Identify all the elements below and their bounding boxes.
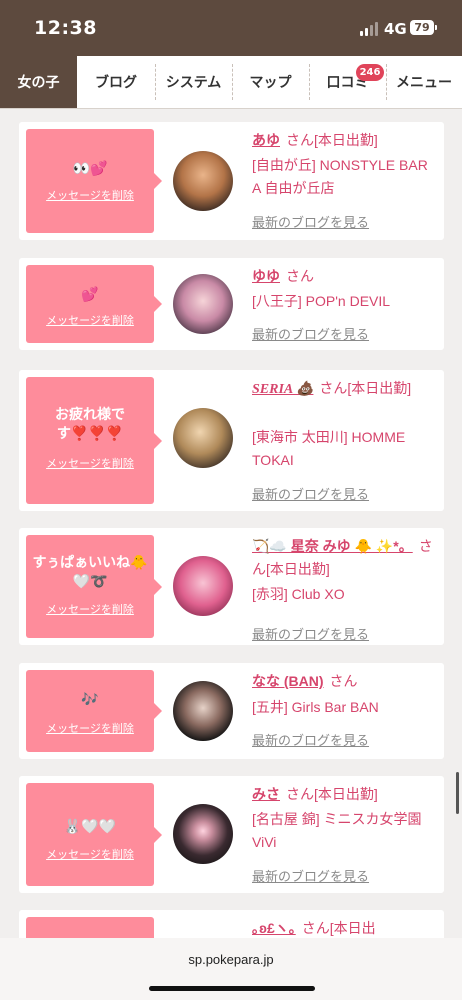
- girl-name-line: ゆゆ さん: [252, 265, 438, 288]
- girl-name-line: SERIA 💩 さん[本日出勤]: [252, 377, 438, 401]
- latest-blog-link[interactable]: 最新のブログを見る: [252, 624, 369, 643]
- latest-blog-link[interactable]: 最新のブログを見る: [252, 212, 369, 231]
- message-text: 💕: [81, 286, 99, 302]
- message-text: すぅぱぁいいね🐥🤍➰: [32, 554, 148, 589]
- message-card: 🐰🤍🤍 メッセージを削除 みさ さん[本日出勤] [名古屋 錦] ミニスカ女学園V…: [19, 776, 444, 893]
- message-card: 🎶 メッセージを削除 なな (BAN) さん [五井] Girls Bar BAN…: [19, 663, 444, 759]
- delete-message-link[interactable]: メッセージを削除: [26, 187, 154, 203]
- message-card: 👀💕 メッセージを削除 あゆ さん[本日出勤] [自由が丘] NONSTYLE B…: [19, 122, 444, 240]
- message-box[interactable]: [26, 917, 154, 938]
- name-suffix: さん: [286, 268, 314, 284]
- girl-name-line: みさ さん[本日出勤]: [252, 783, 438, 806]
- shop-name: [自由が丘] NONSTYLE BAR A 自由が丘店: [252, 157, 428, 196]
- message-list: 👀💕 メッセージを削除 あゆ さん[本日出勤] [自由が丘] NONSTYLE B…: [0, 108, 462, 938]
- delete-message-link[interactable]: メッセージを削除: [26, 846, 154, 862]
- girl-name-line: ｡ʚ£ヽ｡ さん[本日出: [252, 917, 438, 938]
- girl-name-link[interactable]: みさ: [252, 786, 280, 802]
- name-suffix: さん[本日出勤]: [286, 132, 378, 148]
- shop-name: [八王子] POP'n DEVIL: [252, 293, 391, 309]
- latest-blog-link[interactable]: 最新のブログを見る: [252, 324, 369, 343]
- latest-blog-link[interactable]: 最新のブログを見る: [252, 484, 369, 503]
- url-text: sp.pokepara.jp: [188, 952, 274, 967]
- reviews-count-badge: 246: [356, 64, 384, 81]
- message-box[interactable]: 💕 メッセージを削除: [26, 265, 162, 343]
- message-text: 👀💕: [72, 160, 108, 176]
- message-box[interactable]: 🐰🤍🤍 メッセージを削除: [26, 783, 162, 886]
- shop-name: [五井] Girls Bar BAN: [252, 699, 379, 715]
- name-suffix: さん[本日出勤]: [286, 786, 378, 802]
- delete-message-link[interactable]: メッセージを削除: [26, 312, 154, 328]
- avatar[interactable]: [173, 681, 233, 741]
- message-box[interactable]: お疲れ様です❣️❣️❣️ メッセージを削除: [26, 377, 162, 504]
- clock: 12:38: [34, 17, 97, 39]
- latest-blog-link[interactable]: 最新のブログを見る: [252, 730, 369, 749]
- signal-icon: [360, 22, 378, 36]
- avatar[interactable]: [173, 408, 233, 468]
- shop-name: [名古屋 錦] ミニスカ女学園ViVi: [252, 811, 422, 850]
- message-box[interactable]: 🎶 メッセージを削除: [26, 670, 162, 752]
- message-text: お疲れ様です❣️❣️❣️: [55, 406, 125, 441]
- message-box[interactable]: すぅぱぁいいね🐥🤍➰ メッセージを削除: [26, 535, 162, 638]
- tab-menu[interactable]: メニュー: [386, 56, 462, 108]
- delete-message-link[interactable]: メッセージを削除: [26, 455, 154, 471]
- girl-name-link[interactable]: 🏹☁️ 星奈 みゆ 🐥 ✨*。: [252, 538, 413, 554]
- scroll-indicator[interactable]: [456, 772, 459, 814]
- avatar[interactable]: [173, 274, 233, 334]
- shop-name: [赤羽] Club XO: [252, 586, 345, 602]
- message-text: 🐰🤍🤍: [63, 818, 117, 834]
- message-card: お疲れ様です❣️❣️❣️ メッセージを削除 SERIA 💩 さん[本日出勤] [東…: [19, 370, 444, 511]
- tab-blog[interactable]: ブログ: [77, 56, 155, 108]
- girl-name-link[interactable]: あゆ: [252, 132, 280, 148]
- name-suffix: さん[本日出: [301, 920, 376, 936]
- girl-name-line: なな (BAN) さん: [252, 670, 438, 693]
- avatar[interactable]: [173, 151, 233, 211]
- name-suffix: さん[本日出勤]: [319, 380, 412, 396]
- tab-girls[interactable]: 女の子: [0, 56, 77, 108]
- shop-name: [東海市 太田川] HOMME TOKAI: [252, 429, 406, 468]
- girl-name-link[interactable]: ゆゆ: [252, 268, 280, 284]
- message-text: 🎶: [81, 691, 99, 707]
- message-card: すぅぱぁいいね🐥🤍➰ メッセージを削除 🏹☁️ 星奈 みゆ 🐥 ✨*。 さん[本日…: [19, 528, 444, 645]
- girl-name-link[interactable]: なな (BAN): [252, 673, 324, 689]
- girl-name-link[interactable]: ｡ʚ£ヽ｡: [252, 920, 296, 936]
- name-suffix: さん: [329, 673, 358, 689]
- status-bar: 12:38 4G 79: [0, 0, 462, 56]
- message-card: ｡ʚ£ヽ｡ さん[本日出: [19, 910, 444, 938]
- tab-system[interactable]: システム: [155, 56, 232, 108]
- girl-name-link[interactable]: SERIA 💩: [252, 382, 313, 397]
- avatar[interactable]: [173, 556, 233, 616]
- girl-name-line: 🏹☁️ 星奈 みゆ 🐥 ✨*。 さん[本日出勤]: [252, 535, 438, 581]
- latest-blog-link[interactable]: 最新のブログを見る: [252, 866, 369, 885]
- message-box[interactable]: 👀💕 メッセージを削除: [26, 129, 162, 233]
- network-type: 4G: [384, 20, 407, 38]
- delete-message-link[interactable]: メッセージを削除: [26, 720, 154, 736]
- tab-map[interactable]: マップ: [232, 56, 309, 108]
- girl-name-line: あゆ さん[本日出勤]: [252, 129, 438, 152]
- category-nav: 女の子 ブログ システム マップ 口コミ 246 メニュー: [0, 56, 462, 109]
- battery-icon: 79: [410, 20, 437, 35]
- message-card: 💕 メッセージを削除 ゆゆ さん [八王子] POP'n DEVIL 最新のブログ…: [19, 258, 444, 350]
- delete-message-link[interactable]: メッセージを削除: [26, 601, 154, 617]
- home-indicator[interactable]: [149, 986, 315, 991]
- avatar[interactable]: [173, 804, 233, 864]
